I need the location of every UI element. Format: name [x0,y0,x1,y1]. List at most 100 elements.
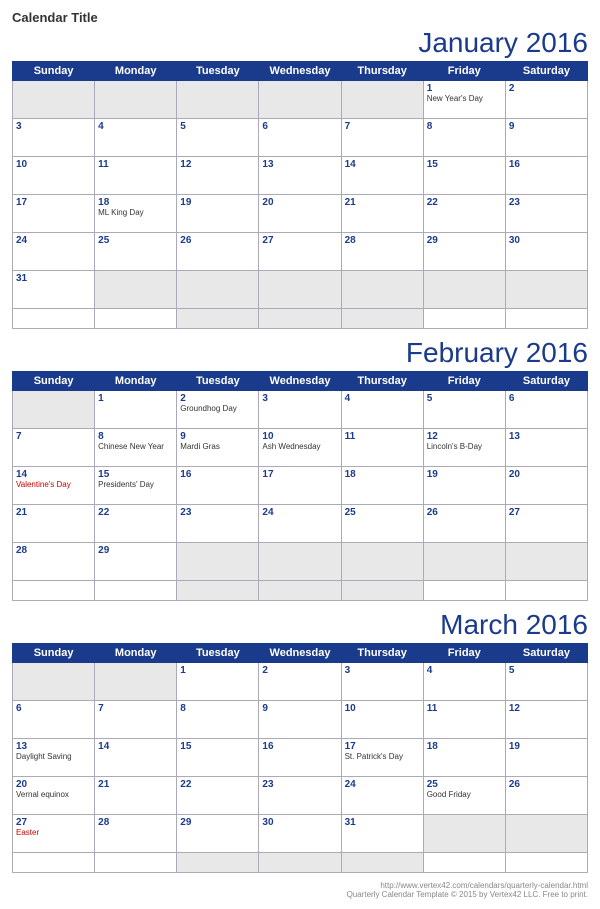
day-number: 17 [262,469,337,480]
day-number: 27 [509,507,584,518]
table-row: 6789101112 [13,701,588,739]
holiday-label: Groundhog Day [180,404,255,414]
day-number: 25 [98,235,173,246]
day-number: 22 [427,197,502,208]
footer: http://www.vertex42.com/calendars/quarte… [12,881,588,899]
day-number: 18 [427,741,502,752]
weekday-header-tuesday: Tuesday [177,62,259,81]
day-number: 16 [262,741,337,752]
day-number: 29 [98,545,173,556]
day-number: 20 [509,469,584,480]
day-number: 21 [345,197,420,208]
weekday-header-sunday: Sunday [13,644,95,663]
day-number: 24 [16,235,91,246]
holiday-label: Vernal equinox [16,790,91,800]
table-row: 27Easter28293031 [13,815,588,853]
weekday-header-friday: Friday [423,372,505,391]
month-section-2: March 2016SundayMondayTuesdayWednesdayTh… [12,609,588,873]
day-number: 22 [180,779,255,790]
day-number: 7 [16,431,91,442]
day-number: 31 [345,817,420,828]
footer-url: http://www.vertex42.com/calendars/quarte… [12,881,588,890]
weekday-header-thursday: Thursday [341,372,423,391]
day-number: 18 [345,469,420,480]
day-number: 23 [180,507,255,518]
weekday-header-tuesday: Tuesday [177,644,259,663]
day-number: 12 [427,431,502,442]
day-number: 2 [180,393,255,404]
day-number: 11 [345,431,420,442]
holiday-label: Presidents' Day [98,480,173,490]
day-number: 25 [345,507,420,518]
day-number: 16 [509,159,584,170]
day-number: 28 [345,235,420,246]
day-number: 12 [180,159,255,170]
weekday-header-friday: Friday [423,62,505,81]
day-number: 9 [180,431,255,442]
day-number: 27 [16,817,91,828]
day-number: 30 [262,817,337,828]
holiday-label: Chinese New Year [98,442,173,452]
month-title-0: January 2016 [418,27,588,59]
day-number: 31 [16,273,91,284]
day-number: 13 [16,741,91,752]
holiday-label: St. Patrick's Day [345,752,420,762]
day-number: 30 [509,235,584,246]
month-table-1: SundayMondayTuesdayWednesdayThursdayFrid… [12,371,588,601]
day-number: 2 [509,83,584,94]
month-section-1: February 2016SundayMondayTuesdayWednesda… [12,337,588,601]
day-number: 15 [180,741,255,752]
calendar-title: Calendar Title [12,10,588,25]
day-number: 7 [345,121,420,132]
day-number: 11 [98,159,173,170]
day-number: 13 [262,159,337,170]
day-number: 28 [98,817,173,828]
day-number: 8 [180,703,255,714]
day-number: 5 [180,121,255,132]
table-row: 12Groundhog Day3456 [13,391,588,429]
table-row: 3456789 [13,119,588,157]
day-number: 6 [509,393,584,404]
table-row: 20Vernal equinox2122232425Good Friday26 [13,777,588,815]
month-title-1: February 2016 [406,337,588,369]
holiday-label: Good Friday [427,790,502,800]
day-number: 19 [509,741,584,752]
holiday-label: Valentine's Day [16,480,91,490]
footer-copy: Quarterly Calendar Template © 2015 by Ve… [12,890,588,899]
weekday-header-thursday: Thursday [341,62,423,81]
weekday-header-sunday: Sunday [13,62,95,81]
day-number: 21 [16,507,91,518]
weekday-header-saturday: Saturday [505,62,587,81]
day-number: 24 [262,507,337,518]
day-number: 26 [509,779,584,790]
weekday-header-friday: Friday [423,644,505,663]
day-number: 11 [427,703,502,714]
day-number: 20 [16,779,91,790]
weekday-header-wednesday: Wednesday [259,644,341,663]
day-number: 25 [427,779,502,790]
day-number: 16 [180,469,255,480]
day-number: 18 [98,197,173,208]
weekday-header-thursday: Thursday [341,644,423,663]
day-number: 6 [16,703,91,714]
day-number: 26 [427,507,502,518]
table-row: 1718ML King Day1920212223 [13,195,588,233]
day-number: 19 [180,197,255,208]
table-row: 2829 [13,543,588,581]
weekday-header-wednesday: Wednesday [259,62,341,81]
day-number: 2 [262,665,337,676]
day-number: 12 [509,703,584,714]
weekday-header-saturday: Saturday [505,372,587,391]
table-row [13,309,588,329]
day-number: 10 [262,431,337,442]
table-row: 24252627282930 [13,233,588,271]
day-number: 8 [427,121,502,132]
day-number: 1 [98,393,173,404]
holiday-label: Daylight Saving [16,752,91,762]
day-number: 3 [345,665,420,676]
holiday-label: ML King Day [98,208,173,218]
table-row: 12345 [13,663,588,701]
weekday-header-monday: Monday [95,644,177,663]
day-number: 7 [98,703,173,714]
day-number: 13 [509,431,584,442]
